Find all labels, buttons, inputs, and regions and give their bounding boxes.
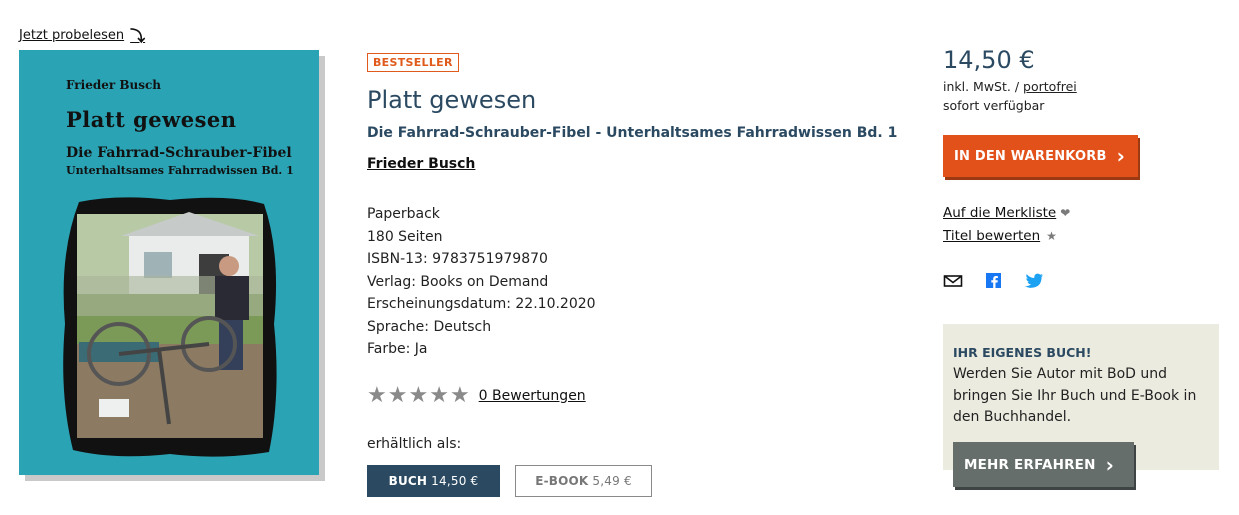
chevron-right-icon: › — [1105, 452, 1115, 477]
detail-language: Sprache: Deutsch — [367, 318, 492, 335]
learn-more-button[interactable]: MEHR ERFAHREN › — [953, 442, 1134, 487]
read-preview-label: Jetzt probelesen — [19, 28, 125, 43]
available-as-label: erhältlich als: — [367, 436, 462, 452]
twitter-icon[interactable] — [1024, 273, 1044, 289]
star-icon[interactable]: ★ — [429, 385, 449, 407]
cover-photo — [63, 197, 277, 457]
tax-info: inkl. MwSt. / portofrei — [943, 79, 1077, 94]
star-icon[interactable]: ★ — [388, 385, 408, 407]
cover-series: Unterhaltsames Fahrradwissen Bd. 1 — [66, 164, 294, 177]
promo-text: Werden Sie Autor mit BoD und bringen Sie… — [953, 366, 1197, 425]
book-details: Paperback 180 Seiten ISBN-13: 9783751979… — [367, 203, 596, 361]
chevron-right-icon: › — [1116, 144, 1126, 168]
heart-icon: ❤ — [1060, 206, 1071, 220]
availability-status: sofort verfügbar — [943, 98, 1045, 113]
detail-publisher: Verlag: Books on Demand — [367, 273, 549, 290]
star-icon[interactable]: ★ — [408, 385, 428, 407]
book-subtitle: Die Fahrrad-Schrauber-Fibel - Unterhalts… — [367, 125, 898, 141]
format-ebook-price: 5,49 € — [592, 474, 632, 488]
bestseller-badge: BESTSELLER — [367, 53, 459, 72]
price: 14,50 € — [943, 46, 1035, 74]
format-ebook-type: E-BOOK — [535, 474, 589, 488]
cover-title: Platt gewesen — [66, 107, 237, 132]
wishlist-label: Auf die Merkliste — [943, 205, 1057, 221]
mail-icon[interactable] — [943, 273, 963, 289]
shipping-link[interactable]: portofrei — [1023, 79, 1077, 94]
facebook-icon[interactable] — [984, 273, 1004, 289]
wishlist-link[interactable]: Auf die Merkliste ❤ — [943, 205, 1070, 221]
cover-subtitle: Die Fahrrad-Schrauber-Fibel — [66, 145, 292, 161]
arrow-down-icon: ⤵ — [130, 27, 146, 45]
detail-color: Farbe: Ja — [367, 341, 428, 357]
detail-isbn: ISBN-13: 9783751979870 — [367, 251, 548, 267]
cover-author: Frieder Busch — [66, 78, 162, 92]
promo-heading: IHR EIGENES BUCH! — [953, 345, 1092, 360]
read-preview-link[interactable]: Jetzt probelesen ⤵ — [19, 25, 145, 46]
star-icon: ★ — [1046, 229, 1057, 243]
detail-pages: 180 Seiten — [367, 228, 443, 245]
learn-more-label: MEHR ERFAHREN — [964, 456, 1096, 473]
rate-title-label: Titel bewerten — [943, 228, 1041, 244]
star-icon[interactable]: ★ — [367, 385, 387, 407]
page-title: Platt gewesen — [367, 86, 537, 114]
cover-image: Frieder Busch Platt gewesen Die Fahrrad-… — [19, 50, 319, 475]
rate-title-link[interactable]: Titel bewerten ★ — [943, 228, 1057, 244]
format-book-button[interactable]: BUCH 14,50 € — [367, 465, 500, 497]
format-book-type: BUCH — [388, 474, 428, 488]
rating-row: ★ ★ ★ ★ ★ 0 Bewertungen — [367, 385, 586, 407]
tax-label: inkl. MwSt. / — [943, 79, 1020, 94]
reviews-link[interactable]: 0 Bewertungen — [479, 388, 586, 404]
book-cover[interactable]: Frieder Busch Platt gewesen Die Fahrrad-… — [19, 50, 325, 481]
format-ebook-button[interactable]: E-BOOK 5,49 € — [515, 465, 652, 497]
add-to-cart-label: IN DEN WARENKORB — [954, 148, 1107, 164]
detail-binding: Paperback — [367, 206, 440, 222]
format-book-price: 14,50 € — [431, 474, 479, 488]
star-icon[interactable]: ★ — [450, 385, 470, 407]
add-to-cart-button[interactable]: IN DEN WARENKORB › — [943, 135, 1138, 177]
detail-release-date: Erscheinungsdatum: 22.10.2020 — [367, 296, 596, 312]
author-link[interactable]: Frieder Busch — [367, 156, 475, 172]
